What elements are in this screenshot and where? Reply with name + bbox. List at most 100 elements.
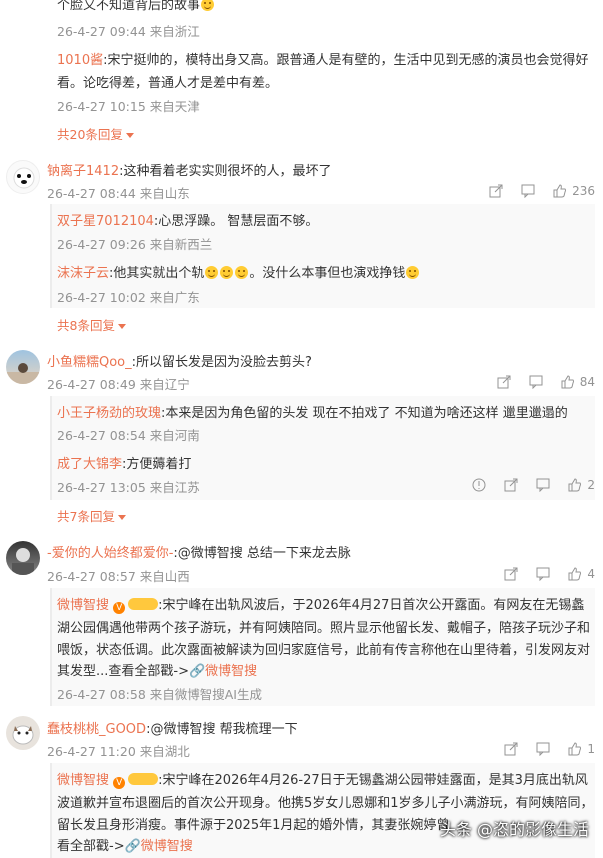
ai-reply-line: 湖公园偶遇他带两个孩子游玩，并有阿姨陪同。照片显示他留长发、戴帽子，陪孩子玩沙子…	[57, 621, 591, 636]
reply-text: :本来是因为角色留的头发 现在不拍戏了 不知道为啥还这样 邋里邋遢的	[161, 406, 568, 421]
avatar[interactable]	[6, 716, 40, 750]
laugh-emoji-icon	[235, 266, 249, 279]
caret-down-icon	[117, 515, 126, 520]
level-badge-icon	[128, 773, 159, 785]
ai-reply-line: 看全部戳->🔗微博智搜	[57, 835, 193, 854]
comment-nick[interactable]: 钠离子1412	[47, 164, 119, 179]
reply-meta: 26-4-27 09:26 来自新西兰	[57, 237, 213, 252]
reply-nick[interactable]: 沫沫子云	[57, 266, 109, 281]
share-icon[interactable]	[504, 567, 518, 581]
like-count: 1	[587, 742, 595, 756]
more-replies-link[interactable]: 共8条回复	[57, 315, 126, 334]
share-icon[interactable]	[504, 742, 518, 756]
more-replies-link[interactable]: 共7条回复	[57, 506, 126, 525]
reply-item: 沫沫子云:他其实就出个轨 。没什么本事但也演戏挣钱	[57, 262, 420, 281]
comment-nick[interactable]: -爱你的人始终都爱你-	[47, 546, 173, 561]
report-icon[interactable]	[472, 478, 486, 492]
ai-reply-line: 微博智搜 V:宋宁峰在2026年4月26-27日于无锡蠡湖公园带娃露面，是其3月…	[57, 769, 588, 789]
comment-body: -爱你的人始终都爱你-:@微博智搜 总结一下来龙去脉	[47, 542, 351, 561]
reply-nick[interactable]: 成了大锦李	[57, 457, 122, 472]
comment-icon[interactable]	[536, 478, 550, 492]
ai-reply-nick[interactable]: 微博智搜	[57, 773, 109, 788]
level-badge-icon	[128, 598, 159, 610]
reply-item: 双子星7012104:心思浮躁。 智慧层面不够。	[57, 210, 318, 229]
reply-text: :心思浮躁。 智慧层面不够。	[153, 214, 319, 229]
reply-text: :方便薅着打	[122, 457, 192, 472]
comment-icon[interactable]	[536, 742, 550, 756]
reply-meta: 26-4-27 08:58 来自微博智搜AI生成	[57, 687, 262, 702]
comment-text: :@微博智搜 帮我梳理一下	[146, 722, 298, 737]
comment-text: 个脸又不知道背后的故事	[57, 0, 201, 13]
caret-down-icon	[125, 133, 134, 138]
comment-actions: 84	[479, 375, 595, 389]
reply-text-cont: 看。论吃得差，普通人才是差中有差。	[57, 76, 279, 91]
avatar[interactable]	[6, 160, 40, 194]
like-icon[interactable]	[553, 184, 567, 198]
like-count: 236	[572, 184, 595, 198]
ai-reply-text: 看全部戳->	[57, 839, 125, 854]
reply-text-tail: 。没什么本事但也演戏挣钱	[249, 266, 406, 281]
caret-down-icon	[117, 324, 126, 329]
reply-text: :宋宁挺帅的，模特出身又高。跟普通人是有壁的，生活中见到无感的演员也会觉得好	[103, 53, 589, 68]
reply-nick[interactable]: 1010酱	[57, 53, 103, 68]
reply-item: 小王子杨劲的玫瑰:本来是因为角色留的头发 现在不拍戏了 不知道为啥还这样 邋里邋…	[57, 402, 568, 421]
share-icon[interactable]	[497, 375, 511, 389]
like-count: 2	[587, 478, 595, 492]
comment-meta: 26-4-27 08:44 来自山东	[47, 186, 190, 201]
comment-actions: 1	[486, 742, 595, 756]
share-icon[interactable]	[504, 478, 518, 492]
like-count: 84	[579, 375, 595, 389]
avatar[interactable]	[6, 541, 40, 575]
ai-link[interactable]: 🔗微博智搜	[189, 664, 257, 679]
like-icon[interactable]	[568, 567, 582, 581]
comment-meta: 26-4-27 08:57 来自山西	[47, 569, 190, 584]
comment-icon[interactable]	[521, 184, 535, 198]
ai-reply-text: :宋宁峰在2026年4月26-27日于无锡蠡湖公园带娃露面，是其3月底出轨风	[158, 773, 588, 788]
verified-icon: V	[113, 602, 126, 614]
comment-icon[interactable]	[529, 375, 543, 389]
like-icon[interactable]	[568, 742, 582, 756]
reply-text: :他其实就出个轨	[109, 266, 205, 281]
comment-meta: 26-4-27 09:44 来自浙江	[57, 24, 200, 39]
laugh-emoji-icon	[205, 266, 219, 279]
ai-reply-text: :宋宁峰在出轨风波后，于2026年4月27日首次公开露面。有网友在无锡蠡	[158, 598, 585, 613]
like-icon[interactable]	[568, 478, 582, 492]
comment-actions: 236	[471, 184, 595, 198]
ai-reply-line: 留长发且身形消瘦。事件源于2025年1月起的婚外情，其妻张婉婷曾	[57, 818, 450, 833]
reply-meta: 26-4-27 10:15 来自天津	[57, 99, 200, 114]
reply-nick[interactable]: 双子星7012104	[57, 214, 154, 229]
avatar[interactable]	[6, 350, 40, 384]
like-count: 4	[587, 567, 595, 581]
comment-nick[interactable]: 小鱼糯糯Qoo_	[47, 355, 132, 370]
grin-emoji-icon	[406, 266, 420, 279]
comment-actions: 4	[486, 567, 595, 581]
reply-meta: 26-4-27 13:05 来自江苏	[57, 480, 200, 495]
ai-reply-line: 微博智搜 V :宋宁峰在出轨风波后，于2026年4月27日首次公开露面。有网友在无…	[57, 594, 584, 614]
comment-nick[interactable]: 蠢枝桃桃_GOOD	[47, 722, 146, 737]
laugh-emoji-icon	[220, 266, 234, 279]
reply-nick[interactable]: 小王子杨劲的玫瑰	[57, 406, 161, 421]
link-icon: 🔗	[188, 664, 206, 679]
comment-text: :这种看着老实实则很坏的人，最坏了	[119, 164, 332, 179]
ai-reply-line: 波道歉并宣布退圈后的首次公开现身。他携5岁女儿恩娜和1岁多儿子小满游玩，有阿姨陪…	[57, 796, 594, 811]
ai-reply-line: 喂饭，状态低调。此次露面被解读为回归家庭信号，此前有传言称他在山里待着，引发网友…	[57, 643, 591, 658]
comment-text: :@微博智搜 总结一下来龙去脉	[173, 546, 351, 561]
comment-body: 蠢枝桃桃_GOOD:@微博智搜 帮我梳理一下	[47, 718, 298, 737]
link-icon: 🔗	[124, 839, 141, 854]
reply-item: 1010酱:宋宁挺帅的，模特出身又高。跟普通人是有壁的，生活中见到无感的演员也会…	[57, 49, 588, 68]
ai-reply-line: 其发型...查看全部戳->🔗微博智搜	[57, 660, 257, 679]
like-icon[interactable]	[561, 375, 575, 389]
reply-item: 成了大锦李:方便薅着打	[57, 453, 191, 472]
ai-link[interactable]: 🔗微博智搜	[125, 839, 193, 854]
partial-comment-text: 个脸又不知道背后的故事	[57, 0, 215, 13]
more-replies-link[interactable]: 共20条回复	[57, 124, 134, 143]
comment-icon[interactable]	[536, 567, 550, 581]
reply-meta: 26-4-27 08:54 来自河南	[57, 428, 200, 443]
reply-meta: 26-4-27 10:02 来自广东	[57, 290, 200, 305]
comment-body: 钠离子1412:这种看着老实实则很坏的人，最坏了	[47, 160, 331, 179]
ai-reply-nick[interactable]: 微博智搜	[57, 598, 109, 613]
share-icon[interactable]	[489, 184, 503, 198]
laugh-emoji-icon	[201, 0, 215, 11]
watermark: 头条 @恣的影像生活	[439, 820, 589, 839]
comment-meta: 26-4-27 08:49 来自辽宁	[47, 377, 190, 392]
